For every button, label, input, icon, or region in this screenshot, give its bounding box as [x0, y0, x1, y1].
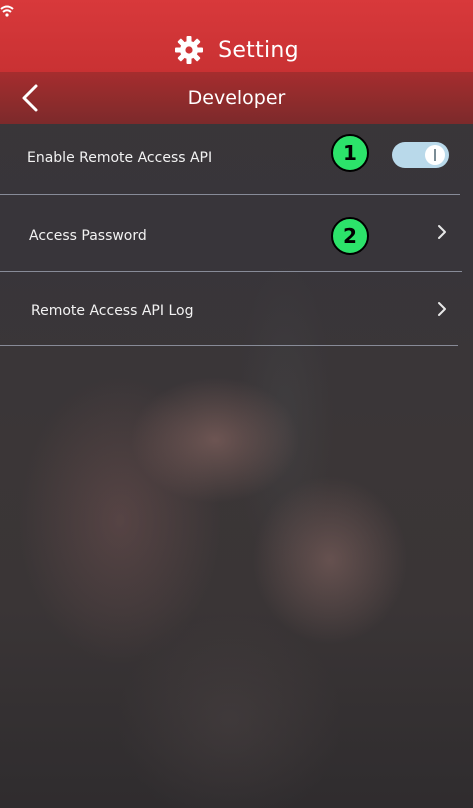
setting-row-access-password[interactable]: Access Password: [0, 195, 473, 271]
divider: [0, 345, 458, 346]
chevron-right-icon[interactable]: [435, 224, 449, 240]
wifi-icon: [0, 5, 14, 17]
setting-label: Enable Remote Access API: [27, 150, 213, 166]
annotation-marker-2: 2: [331, 217, 369, 255]
sub-header: Developer: [0, 72, 473, 124]
setting-row-remote-access-api-log[interactable]: Remote Access API Log: [0, 272, 473, 345]
setting-label: Remote Access API Log: [31, 303, 194, 319]
screen: Setting Developer Enable Remote Access A…: [0, 0, 473, 808]
gear-icon: [175, 36, 204, 64]
header-title-group: Setting: [0, 30, 473, 70]
setting-label: Access Password: [29, 228, 147, 244]
page-title: Setting: [218, 37, 299, 63]
enable-remote-access-toggle[interactable]: [392, 142, 449, 168]
annotation-marker-1: 1: [331, 134, 369, 172]
chevron-right-icon[interactable]: [435, 301, 449, 317]
top-header: Setting: [0, 0, 473, 72]
toggle-knob: [425, 145, 445, 165]
section-title: Developer: [187, 87, 286, 109]
